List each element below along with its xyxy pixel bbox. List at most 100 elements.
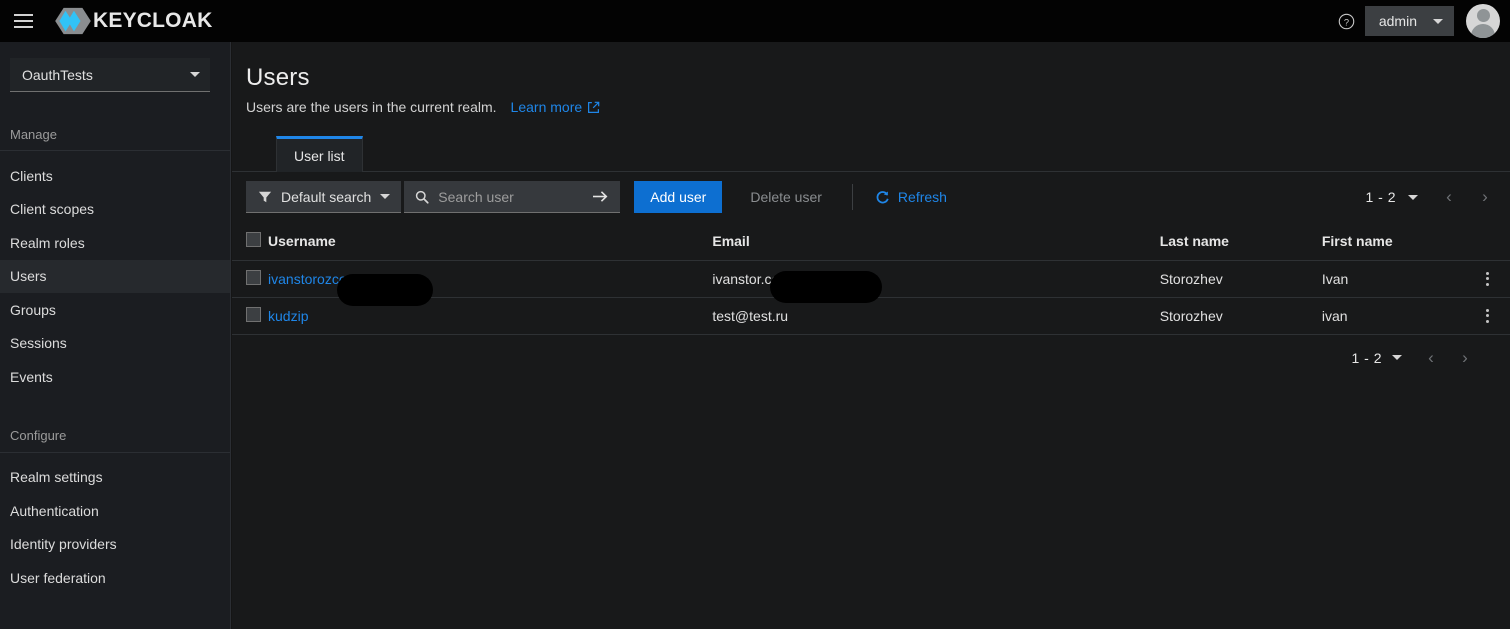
svg-text:?: ? xyxy=(1344,17,1349,27)
admin-menu-toggle[interactable]: admin xyxy=(1364,6,1454,36)
pagination-prev-button[interactable]: ‹ xyxy=(1414,341,1448,375)
masthead: KEYCLOAK ? admin xyxy=(0,0,1510,42)
realm-selector[interactable]: OauthTests xyxy=(10,58,210,92)
cell-last-name: Storozhev xyxy=(1159,260,1322,298)
username-link[interactable]: kudzip xyxy=(268,308,308,324)
sidebar-item-sessions[interactable]: Sessions xyxy=(0,327,230,361)
hamburger-icon[interactable] xyxy=(0,0,46,42)
search-input-wrap[interactable]: Search user xyxy=(404,181,581,213)
select-all-checkbox[interactable] xyxy=(246,231,261,247)
pagination-next-button[interactable]: › xyxy=(1448,341,1482,375)
search-icon xyxy=(416,190,429,204)
users-table-head: Username Email Last name First name xyxy=(232,222,1510,261)
sidebar-item-client-scopes[interactable]: Client scopes xyxy=(0,193,230,227)
refresh-button[interactable]: Refresh xyxy=(865,181,957,213)
tab-user-list[interactable]: User list xyxy=(276,136,363,172)
delete-user-button[interactable]: Delete user xyxy=(734,181,838,213)
sidebar-item-realm-roles[interactable]: Realm roles xyxy=(0,226,230,260)
search-submit-button[interactable] xyxy=(580,181,621,213)
select-all-header xyxy=(232,222,269,261)
sidebar-item-realm-settings[interactable]: Realm settings xyxy=(0,461,230,495)
sidebar-item-label: Users xyxy=(10,268,47,285)
tab-label: User list xyxy=(294,147,345,164)
page-header: Users Users are the users in the current… xyxy=(232,42,1510,115)
username-link-suffix[interactable]: com xyxy=(332,271,358,287)
pagination-per-page-dropdown[interactable] xyxy=(1382,355,1414,360)
learn-more-label: Learn more xyxy=(510,99,583,115)
search-input[interactable]: Search user xyxy=(438,189,513,205)
sidebar-item-clients[interactable]: Clients xyxy=(0,159,230,193)
table-row[interactable]: ivanstorozcom ivanstor.com Storozhev Iva… xyxy=(232,260,1510,298)
cell-username: kudzip xyxy=(268,297,713,335)
sidebar-item-label: Realm settings xyxy=(10,469,103,486)
table-row[interactable]: kudzip test@test.ru Storozhev ivan xyxy=(232,297,1510,335)
refresh-icon xyxy=(876,190,889,203)
keycloak-logo-icon xyxy=(55,7,91,35)
sidebar-item-label: User federation xyxy=(10,569,106,586)
admin-menu-label: admin xyxy=(1378,13,1417,29)
chevron-down-icon xyxy=(1408,194,1418,200)
sidebar-item-label: Groups xyxy=(10,301,56,318)
users-table: Username Email Last name First name ivan… xyxy=(232,222,1510,335)
kebab-menu-icon[interactable] xyxy=(1472,271,1510,286)
pagination-next-button[interactable]: › xyxy=(1468,180,1502,214)
search-type-dropdown[interactable]: Default search xyxy=(246,181,402,213)
realm-selector-label: OauthTests xyxy=(22,66,93,83)
row-select-cell xyxy=(232,297,269,335)
avatar[interactable] xyxy=(1466,4,1500,38)
email-suffix: .com xyxy=(760,270,791,287)
nav-list-manage: Clients Client scopes Realm roles Users … xyxy=(0,159,230,394)
sidebar: OauthTests Manage Clients Client scopes … xyxy=(0,42,231,629)
column-header-last-name[interactable]: Last name xyxy=(1159,222,1322,261)
sidebar-item-groups[interactable]: Groups xyxy=(0,293,230,327)
masthead-right: ? admin xyxy=(1329,0,1510,42)
column-header-actions xyxy=(1471,222,1510,261)
toolbar-divider xyxy=(851,184,853,210)
cell-email: ivanstor.com xyxy=(712,260,1160,298)
column-header-first-name[interactable]: First name xyxy=(1321,222,1472,261)
sidebar-item-authentication[interactable]: Authentication xyxy=(0,494,230,528)
nav-section-heading-configure: Configure xyxy=(10,428,67,443)
row-checkbox[interactable] xyxy=(246,269,261,285)
sidebar-item-identity-providers[interactable]: Identity providers xyxy=(0,528,230,562)
email-prefix: ivanstor xyxy=(712,270,761,287)
realm-selector-wrap: OauthTests xyxy=(0,42,230,92)
cell-first-name: ivan xyxy=(1321,297,1472,335)
cell-last-name: Storozhev xyxy=(1159,297,1322,335)
sidebar-item-user-federation[interactable]: User federation xyxy=(0,561,230,595)
pagination-bottom: 1 - 2 ‹ › xyxy=(232,335,1510,381)
cell-email: test@test.ru xyxy=(712,297,1160,335)
chevron-down-icon xyxy=(190,72,200,77)
cell-username: ivanstorozcom xyxy=(268,260,713,298)
sidebar-item-label: Client scopes xyxy=(10,201,95,218)
column-header-email[interactable]: Email xyxy=(712,222,1160,261)
search-type-label: Default search xyxy=(281,188,372,205)
add-user-button[interactable]: Add user xyxy=(634,181,723,213)
username-link-prefix[interactable]: ivanstoroz xyxy=(268,271,332,287)
chevron-down-icon xyxy=(1392,355,1402,360)
page-subtitle-row: Users are the users in the current realm… xyxy=(246,99,1510,115)
table-header-row: Username Email Last name First name xyxy=(232,222,1510,261)
kebab-menu-icon[interactable] xyxy=(1472,308,1510,323)
sidebar-item-label: Clients xyxy=(10,167,53,184)
cell-first-name: Ivan xyxy=(1321,260,1472,298)
brand-logo[interactable]: KEYCLOAK xyxy=(54,6,212,36)
arrow-right-icon xyxy=(592,191,608,202)
sidebar-item-users[interactable]: Users xyxy=(0,259,230,293)
learn-more-link[interactable]: Learn more xyxy=(511,99,601,115)
filter-icon xyxy=(258,191,272,202)
sidebar-item-label: Identity providers xyxy=(10,536,117,553)
sidebar-item-events[interactable]: Events xyxy=(0,360,230,394)
row-checkbox[interactable] xyxy=(246,306,261,322)
refresh-label: Refresh xyxy=(897,189,947,205)
brand-text: KEYCLOAK xyxy=(93,9,213,32)
pagination-prev-button[interactable]: ‹ xyxy=(1432,180,1466,214)
help-circle-icon[interactable]: ? xyxy=(1329,0,1365,42)
column-header-username[interactable]: Username xyxy=(268,222,713,261)
pagination-per-page-dropdown[interactable] xyxy=(1398,194,1430,200)
toolbar: Default search Search user Add user Dele… xyxy=(232,172,1510,222)
chevron-down-icon xyxy=(1433,18,1443,24)
